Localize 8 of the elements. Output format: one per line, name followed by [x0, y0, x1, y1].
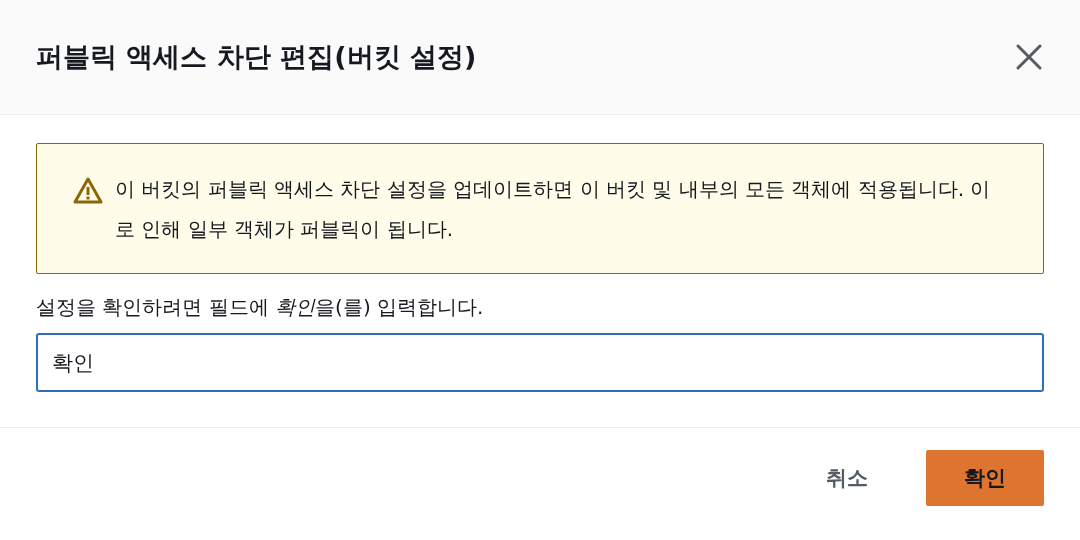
confirm-button[interactable]: 확인 [926, 450, 1044, 506]
dialog-title: 퍼블릭 액세스 차단 편집(버킷 설정) [36, 40, 477, 74]
close-icon[interactable] [1014, 42, 1044, 72]
cancel-button[interactable]: 취소 [788, 450, 906, 506]
warning-text: 이 버킷의 퍼블릭 액세스 차단 설정을 업데이트하면 이 버킷 및 내부의 모든 객체에 적용됩니다. 이로 인해 일부 객체가 퍼블릭이 됩니다. [115, 176, 992, 243]
confirm-instruction: 설정을 확인하려면 필드에 확인을(를) 입력합니다. [36, 294, 485, 321]
warning-icon [73, 176, 103, 206]
confirm-input-field[interactable]: 확인 [36, 333, 1044, 392]
